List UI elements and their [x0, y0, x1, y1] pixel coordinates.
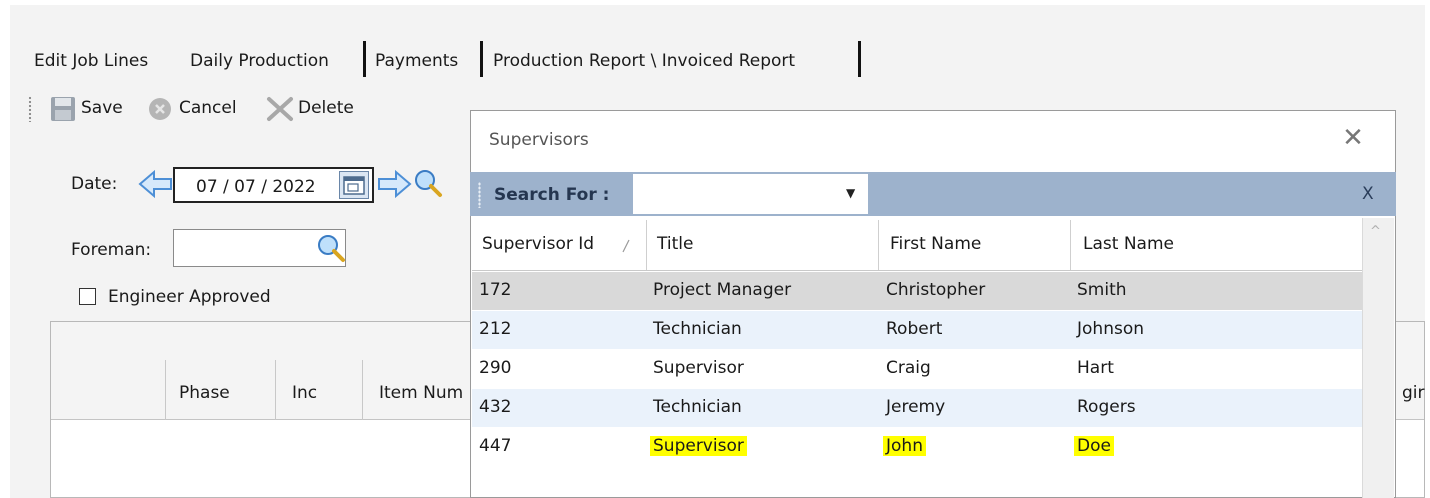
engineer-approved-checkbox[interactable] — [79, 288, 96, 305]
cell-title: Supervisor — [650, 428, 747, 466]
tab-edit-job-lines[interactable]: Edit Job Lines — [34, 46, 148, 76]
table-row[interactable]: 432 Technician Jeremy Rogers — [472, 389, 1362, 427]
cell-last-name: Hart — [1077, 358, 1114, 378]
save-icon — [50, 96, 76, 127]
engineer-approved-label: Engineer Approved — [108, 287, 271, 307]
cell-last-name: Doe — [1074, 428, 1114, 466]
table-row[interactable]: 172 Project Manager Christopher Smith — [472, 272, 1362, 310]
column-header-first-name[interactable]: First Name — [890, 234, 981, 254]
cell-supervisor-id: 447 — [479, 436, 512, 456]
cell-first-name: Robert — [886, 319, 943, 339]
cell-supervisor-id: 212 — [479, 319, 512, 339]
highlighted-text: Doe — [1074, 436, 1114, 456]
foreman-search-icon[interactable] — [316, 233, 346, 268]
toolbar-grip[interactable] — [28, 96, 32, 122]
cell-supervisor-id: 172 — [479, 280, 512, 300]
column-header-last-name[interactable]: Last Name — [1083, 234, 1174, 254]
cell-first-name: Craig — [886, 358, 931, 378]
table-row[interactable]: 212 Technician Robert Johnson — [472, 311, 1362, 349]
search-bar-grip[interactable] — [478, 182, 481, 208]
date-label: Date: — [71, 174, 118, 194]
sort-ascending-icon — [621, 238, 631, 258]
column-divider — [165, 360, 166, 420]
tab-daily-production[interactable]: Daily Production — [190, 46, 329, 76]
tab-separator — [858, 41, 861, 77]
date-value: 07 / 07 / 2022 — [196, 177, 316, 197]
cell-supervisor-id: 290 — [479, 358, 512, 378]
scroll-up-icon[interactable]: ^ — [1370, 224, 1381, 239]
close-icon[interactable]: ✕ — [1338, 123, 1368, 153]
cell-title: Technician — [653, 319, 742, 339]
cell-first-name: John — [883, 428, 926, 466]
column-header-inc[interactable]: Inc — [292, 383, 317, 403]
tab-separator — [480, 41, 483, 77]
cell-title: Supervisor — [653, 358, 744, 378]
previous-date-arrow-icon[interactable] — [138, 169, 174, 204]
column-header-engineer[interactable]: gir — [1402, 383, 1425, 403]
cell-supervisor-id: 432 — [479, 397, 512, 417]
table-row[interactable]: 447 Supervisor John Doe — [472, 428, 1362, 466]
column-divider — [646, 220, 647, 270]
clear-search-button[interactable]: X — [1362, 184, 1374, 204]
column-header-item-num[interactable]: Item Num — [379, 383, 469, 403]
delete-button[interactable]: Delete — [298, 94, 354, 122]
date-search-icon[interactable] — [413, 168, 443, 203]
table-row[interactable]: 290 Supervisor Craig Hart — [472, 350, 1362, 388]
highlighted-text: Supervisor — [650, 436, 747, 456]
cell-first-name: Jeremy — [886, 397, 946, 417]
column-divider — [275, 360, 276, 420]
calendar-icon — [343, 176, 365, 195]
delete-icon — [265, 96, 295, 127]
search-label: Search For : — [494, 185, 610, 205]
highlighted-text: John — [883, 436, 926, 456]
tab-production-report[interactable]: Production Report \ Invoiced Report — [493, 46, 795, 76]
cell-last-name: Smith — [1077, 280, 1127, 300]
column-divider — [878, 220, 879, 270]
save-button[interactable]: Save — [81, 94, 123, 122]
tab-separator — [363, 41, 366, 77]
column-header-title[interactable]: Title — [657, 234, 693, 254]
vertical-scrollbar[interactable] — [1362, 218, 1394, 498]
dialog-title: Supervisors — [489, 130, 589, 150]
next-date-arrow-icon[interactable] — [376, 169, 412, 204]
dropdown-arrow-icon[interactable]: ▼ — [846, 186, 855, 200]
column-divider — [362, 360, 363, 420]
cell-title: Technician — [653, 397, 742, 417]
tab-payments[interactable]: Payments — [375, 46, 458, 76]
column-header-phase[interactable]: Phase — [179, 383, 230, 403]
cancel-button[interactable]: Cancel — [179, 94, 237, 122]
cancel-icon — [147, 96, 173, 127]
search-input[interactable] — [633, 174, 868, 214]
calendar-button[interactable] — [339, 171, 369, 199]
column-header-supervisor-id[interactable]: Supervisor Id — [482, 234, 594, 254]
foreman-label: Foreman: — [71, 240, 152, 260]
cell-title: Project Manager — [653, 280, 792, 300]
cell-last-name: Johnson — [1077, 319, 1144, 339]
column-divider — [1070, 220, 1071, 270]
cell-last-name: Rogers — [1077, 397, 1136, 417]
cell-first-name: Christopher — [886, 280, 986, 300]
